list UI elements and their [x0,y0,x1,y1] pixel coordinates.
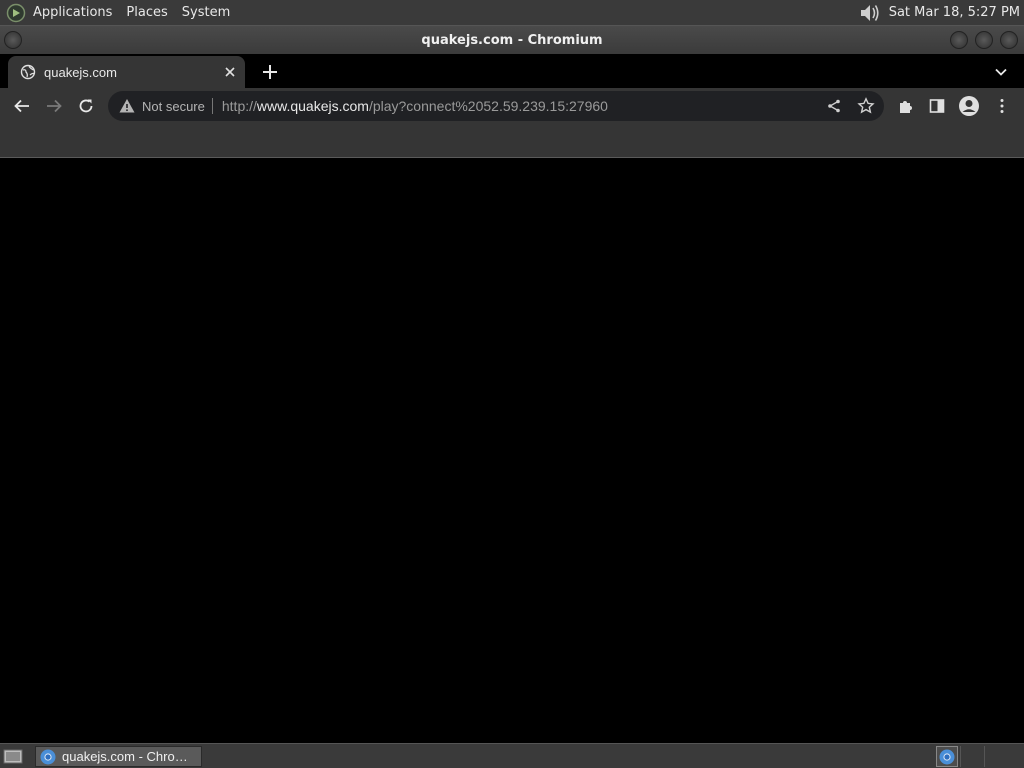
reload-icon [79,99,93,113]
reload-button[interactable] [74,94,98,118]
window-title: quakejs.com - Chromium [421,32,603,48]
tab-title: quakejs.com [44,64,117,80]
tab-strip: quakejs.com [0,54,1024,88]
url-path: /play?connect%2052.59.239.15:27960 [368,98,608,114]
bookmark-star-icon[interactable] [857,97,875,115]
applications-icon[interactable] [6,3,26,23]
back-arrow-icon [14,99,29,113]
warning-icon[interactable] [118,97,136,115]
places-menu[interactable]: Places [119,0,174,25]
security-status[interactable]: Not secure [142,99,205,114]
window-titlebar[interactable]: quakejs.com - Chromium [0,25,1024,54]
system-menu[interactable]: System [175,0,237,25]
profile-avatar-icon [959,96,979,116]
maximize-button[interactable] [975,31,993,49]
browser-toolbar: Not secure http://www.quakejs.com/play?c… [0,88,1024,124]
address-bar[interactable]: Not secure http://www.quakejs.com/play?c… [108,91,884,121]
url-host: www.quakejs.com [256,98,369,114]
applications-menu[interactable]: Applications [26,0,119,25]
tab-search-chevron-icon[interactable] [992,63,1010,81]
menu-button[interactable] [990,94,1014,118]
workspace-switcher-3[interactable] [984,746,1020,767]
panel-clock[interactable]: Sat Mar 18, 5:27 PM [881,5,1024,20]
back-button[interactable] [10,94,34,118]
page-content-canvas[interactable] [0,158,1024,743]
panel-menu-bar: Applications Places System [0,0,237,25]
workspace-switcher-2[interactable] [960,746,982,767]
window-close-button[interactable] [1000,31,1018,49]
side-panel-icon [929,99,945,113]
speaker-volume-icon[interactable] [857,2,881,24]
workspace-switcher-1[interactable] [936,746,958,767]
new-tab-icon[interactable] [259,61,281,83]
show-desktop-icon[interactable] [3,748,23,765]
panel-tray: Sat Mar 18, 5:27 PM [857,0,1024,25]
omnibox-separator [211,98,213,114]
chromium-icon [40,749,56,764]
profile-button[interactable] [957,94,981,118]
side-panel-button[interactable] [925,94,949,118]
forward-arrow-icon [47,99,62,113]
share-icon[interactable] [826,98,842,114]
url-text[interactable]: http://www.quakejs.com/play?connect%2052… [222,98,608,114]
chromium-icon [939,749,955,764]
puzzle-piece-icon [900,101,912,113]
extensions-button[interactable] [894,94,918,118]
tab-close-icon[interactable] [222,64,238,80]
window-menu-button[interactable] [4,31,22,49]
tab-quakejs[interactable]: quakejs.com [8,56,245,88]
bottom-panel: quakejs.com - Chro… [0,743,1024,768]
url-scheme: http:// [221,98,257,114]
minimize-button[interactable] [950,31,968,49]
taskbar-item-label: quakejs.com - Chro… [62,749,188,764]
top-panel: Applications Places System Sat Mar 18, 5… [0,0,1024,25]
globe-icon [20,64,36,80]
kebab-menu-icon [1000,99,1004,113]
bookmarks-bar [0,124,1024,158]
forward-button[interactable] [42,94,66,118]
taskbar-item-chromium[interactable]: quakejs.com - Chro… [35,746,202,767]
